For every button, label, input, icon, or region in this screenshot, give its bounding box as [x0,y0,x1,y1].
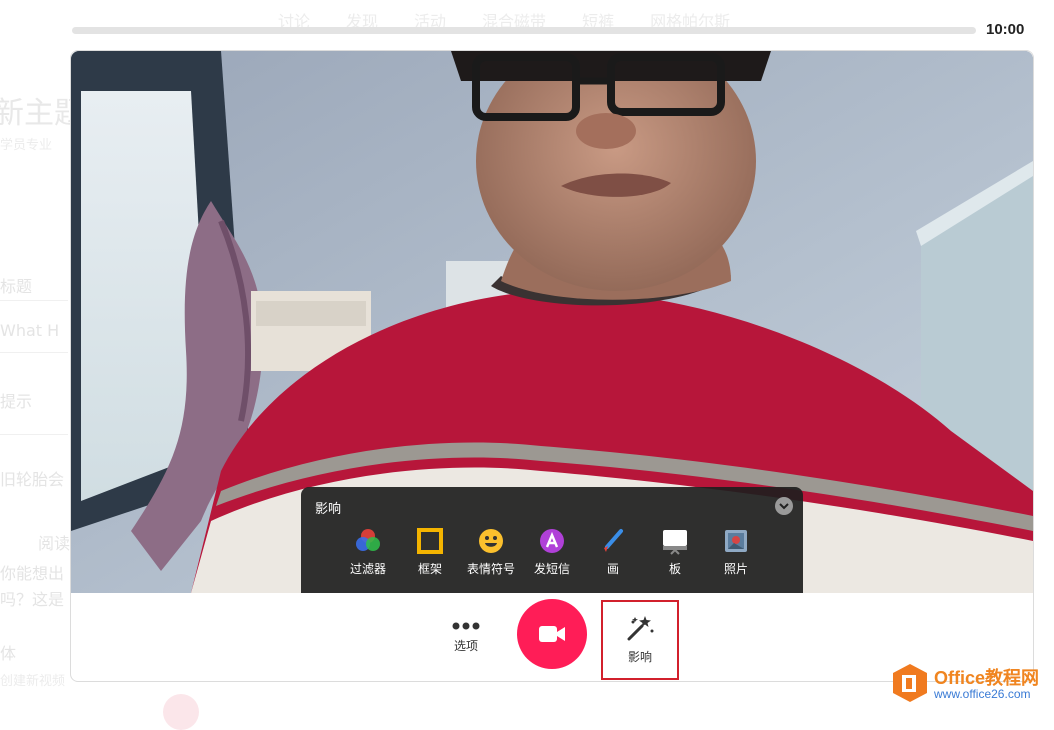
bg-fragment: 阅读 [38,534,71,553]
more-icon [452,622,480,630]
bg-fragment: 体 [0,644,17,663]
effect-frame-button[interactable]: 框架 [399,527,461,577]
bg-fragment: 学员专业 [0,138,53,153]
video-camera-icon [539,626,565,642]
effect-board-button[interactable]: 板 [644,527,706,577]
effect-text-button[interactable]: 发短信 [521,527,583,577]
bg-fragment: What H [0,321,60,340]
effect-label: 表情符号 [466,562,515,576]
recording-timer: 10:00 [986,21,1025,38]
bg-fragment: 你能想出 [0,564,65,583]
brush-icon [604,529,623,552]
record-button[interactable] [517,599,587,669]
office-logo-icon [893,664,927,702]
emoji-icon [479,529,503,553]
collapse-panel-button[interactable] [775,497,793,515]
chevron-down-icon [779,502,789,509]
effect-label: 发短信 [533,562,570,576]
effects-label: 影响 [627,650,652,664]
effect-emoji-button[interactable]: 表情符号 [460,527,522,577]
effects-panel: 影响 过滤器 框架 表情符号 发短信 画 板 照片 [301,487,803,593]
options-label: 选项 [453,639,478,653]
effect-label: 过滤器 [349,562,386,576]
bg-fragment: 提示 [0,392,33,411]
recording-progress-bar [72,27,976,34]
text-icon [540,529,564,553]
effects-panel-title: 影响 [315,502,342,517]
magic-wand-icon [627,616,654,641]
effect-label: 框架 [417,562,442,576]
effects-button-highlight[interactable]: 影响 [601,600,679,680]
effect-photo-button[interactable]: 照片 [705,527,767,577]
bg-fragment: 吗？这是 [0,590,65,609]
bg-avatar [163,694,199,730]
effect-label: 画 [606,562,619,576]
board-icon [663,530,687,555]
photo-icon [725,530,747,552]
effect-draw-button[interactable]: 画 [582,527,644,577]
site-watermark: Office教程网 www.office26.com [890,662,1052,708]
bg-fragment: 旧轮胎会 [0,470,65,489]
watermark-url: www.office26.com [934,687,1031,701]
video-recorder: 影响 过滤器 框架 表情符号 发短信 画 板 照片 选项 影响 [70,50,1034,682]
filter-icon [356,529,380,551]
effect-filter-button[interactable]: 过滤器 [337,527,399,577]
bg-fragment: 创建新视频 [0,674,66,689]
bg-fragment: 标题 [0,277,33,296]
camera-preview: 影响 过滤器 框架 表情符号 发短信 画 板 照片 [71,51,1033,593]
options-button[interactable]: 选项 [445,621,487,654]
effects-button[interactable]: 影响 [603,614,677,665]
frame-icon [417,528,443,554]
effect-label: 板 [668,562,681,576]
effect-label: 照片 [723,562,748,576]
